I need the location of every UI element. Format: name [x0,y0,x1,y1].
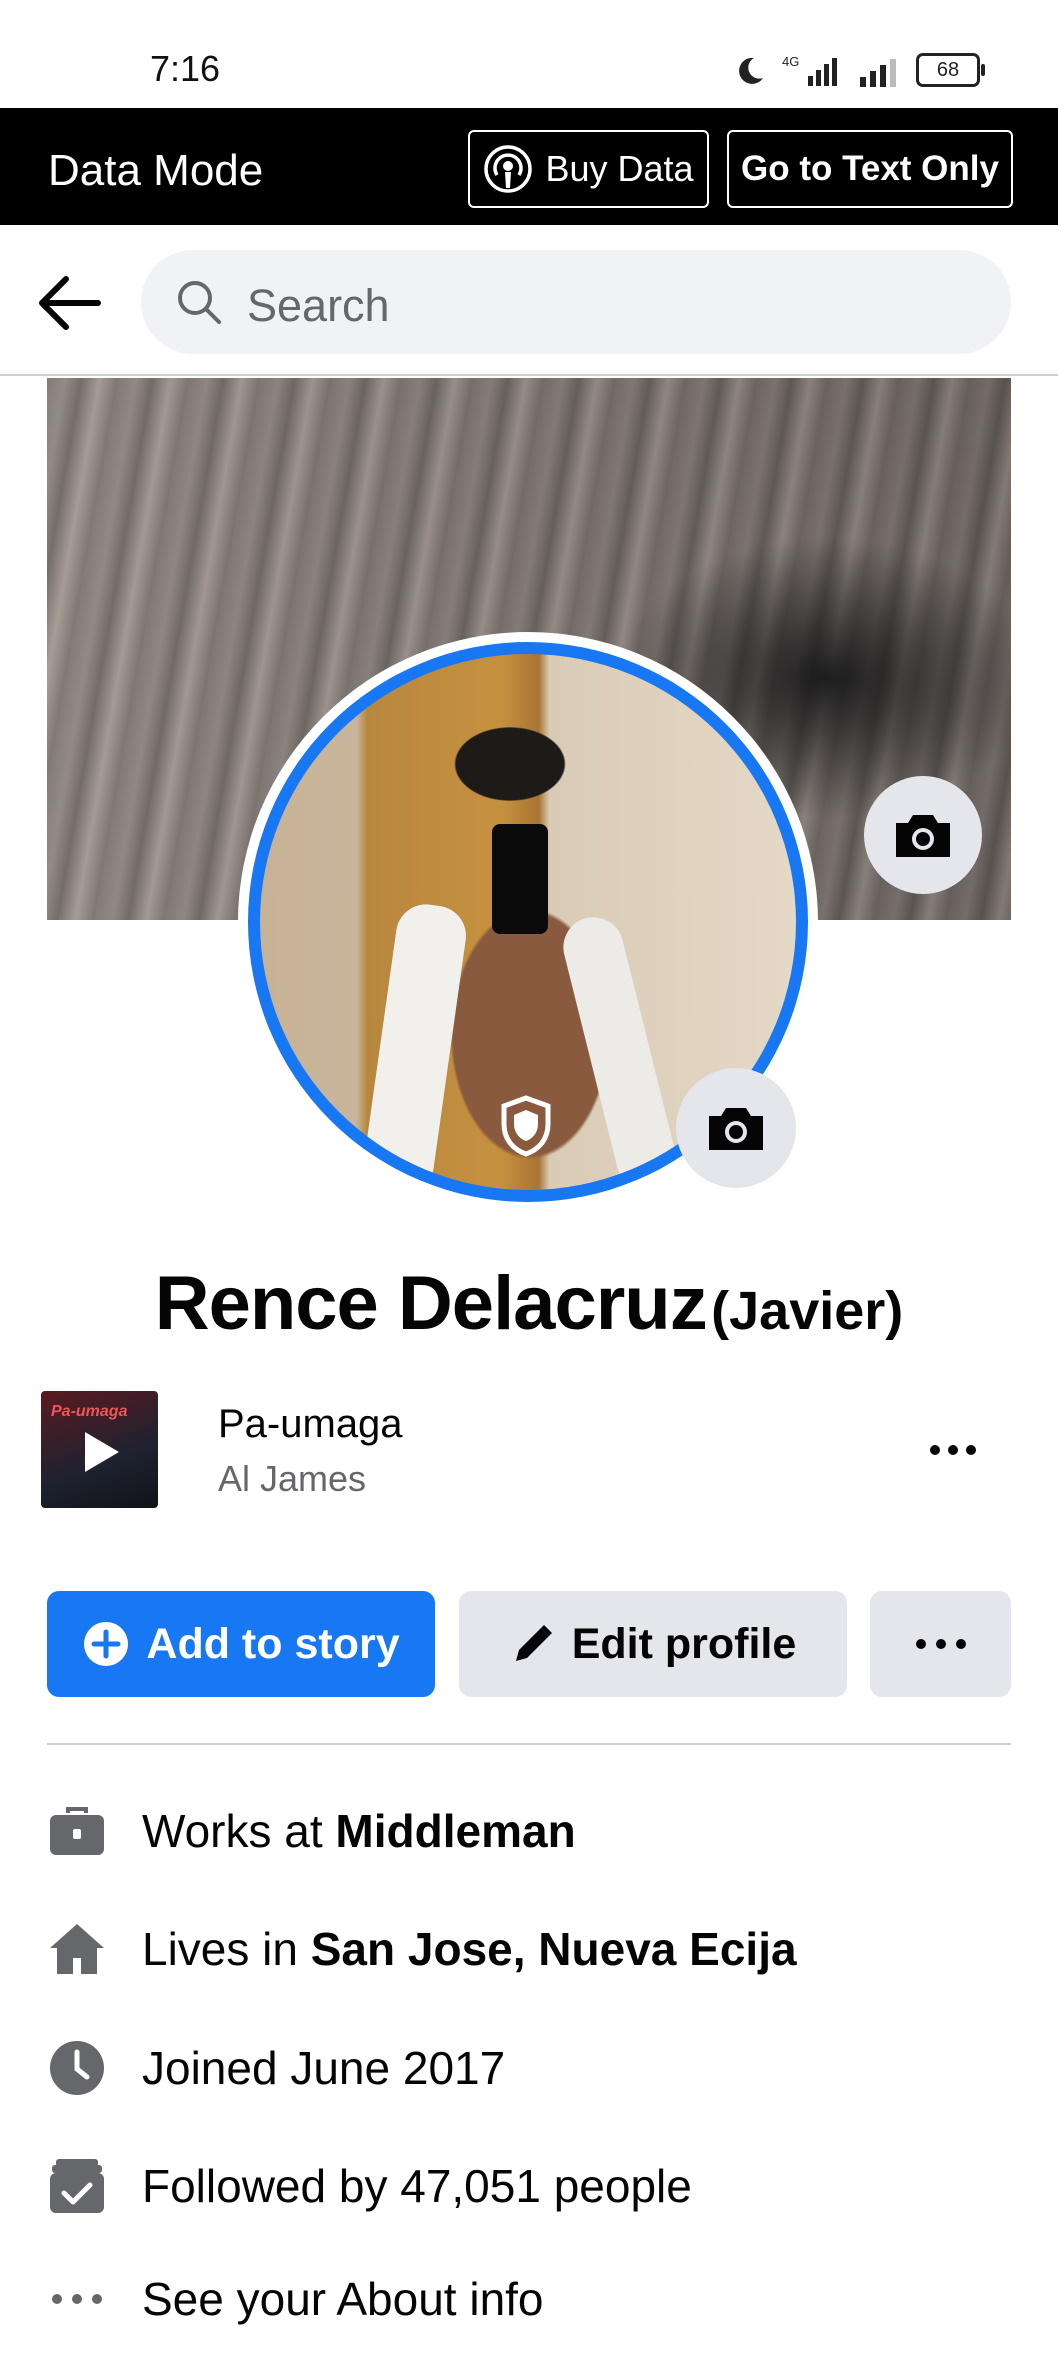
signal-4g-icon: 4G [782,54,837,86]
add-to-story-label: Add to story [146,1619,400,1668]
buy-data-button[interactable]: Buy Data [468,130,709,208]
detail-lives: Lives in San Jose, Nueva Ecija [47,1914,797,1984]
plus-circle-icon [84,1622,129,1666]
phone-detail [492,824,548,934]
see-about-info-link[interactable]: See your About info [47,2264,544,2334]
back-arrow-icon[interactable] [36,273,102,333]
briefcase-icon [47,1801,107,1861]
edit-profile-label: Edit profile [571,1619,797,1668]
workplace-link[interactable]: Middleman [335,1805,575,1857]
broadcast-icon [484,145,533,193]
detail-followers[interactable]: Followed by 47,051 people [47,2151,692,2221]
clock-icon [47,2038,107,2098]
more-dot [966,1445,976,1455]
song-title[interactable]: Pa-umaga [218,1402,403,1447]
pencil-icon [515,1625,552,1661]
camera-icon [709,1108,763,1150]
svg-text:4G: 4G [782,54,799,69]
more-dot [930,1445,940,1455]
search-row: Search [0,225,1058,376]
buy-data-label: Buy Data [545,148,694,189]
text-only-label: Go to Text Only [741,149,999,188]
detail-lives-text: Lives in San Jose, Nueva Ecija [142,1923,797,1975]
detail-work-text: Works at Middleman [142,1805,576,1857]
more-dot [915,1639,926,1649]
more-dot [935,1639,946,1649]
search-icon [178,281,221,324]
data-mode-bar: Data Mode Buy Data Go to Text Only [0,108,1058,225]
song-album-art[interactable]: Pa-umaga [41,1391,158,1508]
play-icon [85,1432,119,1472]
status-bar: 7:16 4G 68 [0,0,1058,108]
song-artist: Al James [218,1458,367,1499]
home-icon [47,1919,107,1979]
song-more-button[interactable] [930,1430,990,1470]
profile-guard-shield-icon [501,1095,551,1157]
profile-name: Rence Delacruz (Javier) [0,1260,1058,1347]
album-art-title: Pa-umaga [51,1403,128,1420]
detail-followers-text: Followed by 47,051 people [142,2160,692,2212]
more-dot [948,1445,958,1455]
text-only-button[interactable]: Go to Text Only [727,130,1013,208]
detail-joined: Joined June 2017 [47,2033,505,2103]
search-input[interactable]: Search [141,250,1011,354]
cover-camera-button[interactable] [864,776,982,894]
profile-more-button[interactable] [870,1591,1011,1697]
towel-detail [360,900,470,1190]
signal-strength-icon [860,59,896,87]
divider [47,1743,1011,1745]
edit-profile-button[interactable]: Edit profile [459,1591,847,1697]
data-mode-title: Data Mode [48,146,264,195]
battery-icon: 68 [916,53,985,87]
status-time: 7:16 [150,48,221,89]
avatar-camera-button[interactable] [676,1068,796,1188]
alternate-name: (Javier) [711,1281,904,1341]
camera-icon [896,815,950,857]
add-to-story-button[interactable]: Add to story [47,1591,435,1697]
more-dot [955,1639,966,1649]
detail-work: Works at Middleman [47,1796,576,1866]
display-name: Rence Delacruz [154,1261,708,1346]
status-icons: 4G 68 [734,50,985,90]
location-link[interactable]: San Jose, Nueva Ecija [311,1923,797,1975]
detail-joined-text: Joined June 2017 [142,2042,506,2094]
do-not-disturb-moon-icon [739,57,763,84]
battery-level: 68 [936,58,960,81]
see-about-info-text: See your About info [142,2273,544,2325]
avatar[interactable] [238,632,818,1212]
more-horizontal-icon [47,2269,107,2329]
followers-check-icon [47,2156,107,2216]
towel-detail [557,910,683,1190]
search-placeholder: Search [247,280,390,331]
